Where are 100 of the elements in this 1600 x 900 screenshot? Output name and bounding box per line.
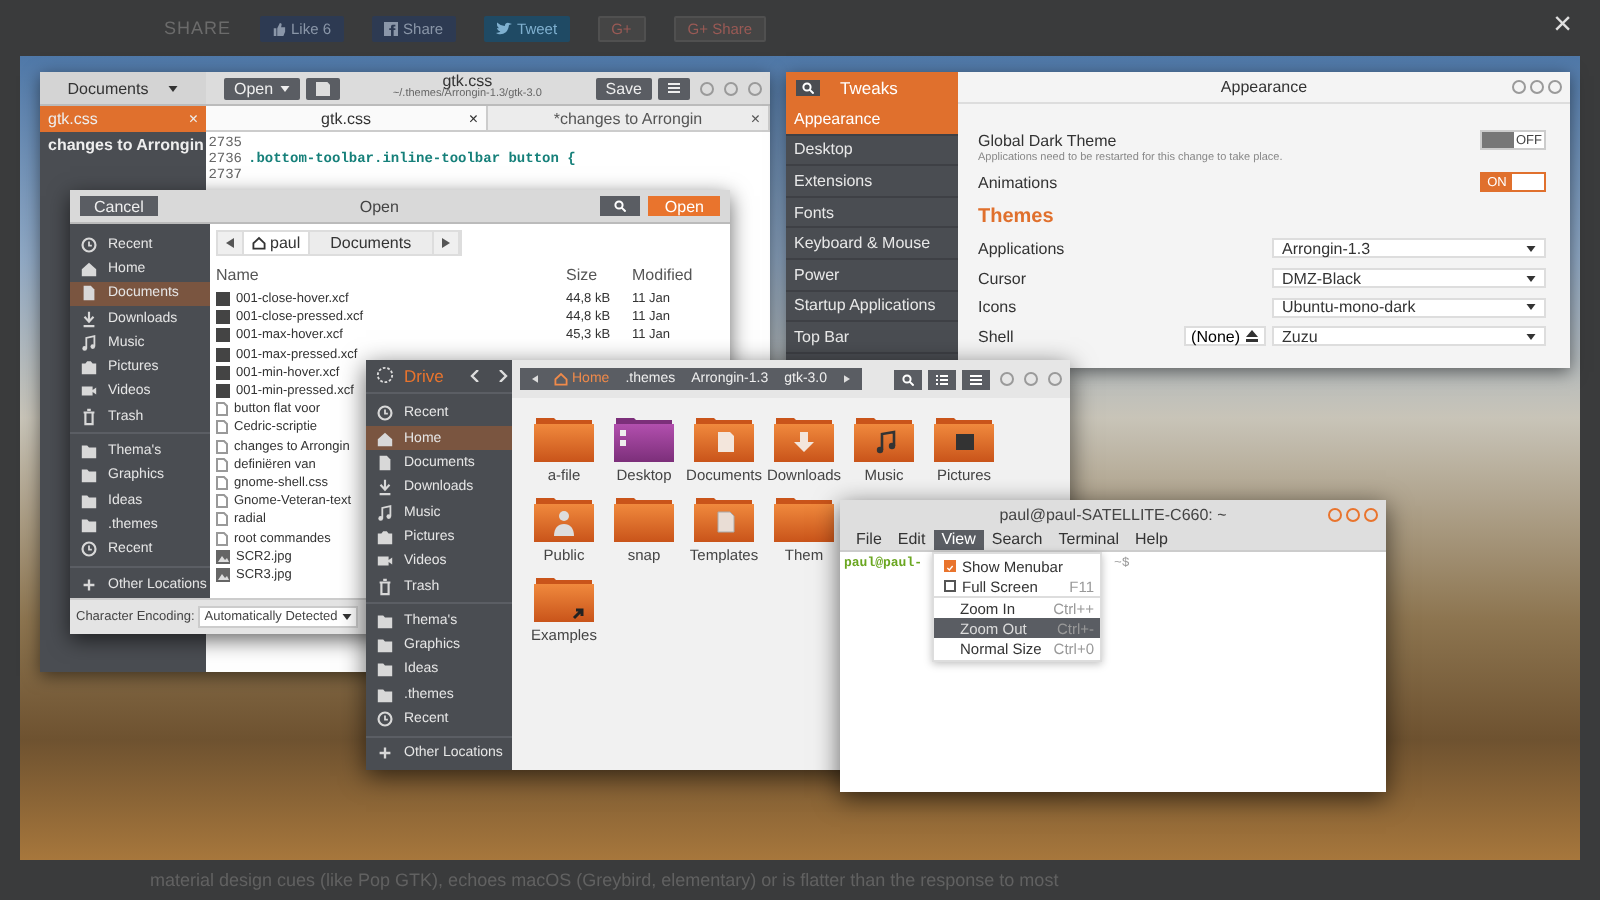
- dropdown[interactable]: Arrongin-1.3: [1272, 238, 1546, 259]
- video-camera-icon: [80, 382, 98, 401]
- setting-label: Shell: [978, 327, 1016, 346]
- right-chevron-icon: [498, 369, 508, 382]
- menu-title[interactable]: Edit: [889, 529, 934, 549]
- checkbox: [944, 580, 956, 592]
- caret-icon: [1526, 275, 1536, 282]
- menu-button[interactable]: [658, 77, 690, 99]
- search-icon: [902, 373, 914, 385]
- sidebar-item[interactable]: Desktop: [786, 135, 958, 167]
- clock-icon: [376, 404, 394, 423]
- search-button[interactable]: [600, 196, 641, 216]
- dropdown[interactable]: Ubuntu-mono-dark: [1272, 297, 1546, 318]
- image-file-icon: [216, 549, 230, 564]
- sidebar-item[interactable]: Extensions: [786, 166, 958, 198]
- folder-shortcut-icon: [534, 574, 594, 622]
- window-title: paul@paul-SATELLITE-C660: ~: [999, 505, 1227, 523]
- clock-icon: [80, 235, 98, 254]
- caret-icon: [168, 85, 179, 91]
- documents-folder-icon: [694, 414, 754, 462]
- editor-tab[interactable]: gtk.css ×: [206, 106, 488, 130]
- right-arrow-icon: [441, 238, 450, 248]
- home-icon: [554, 372, 568, 386]
- editor-tab[interactable]: *changes to Arrongin ×: [488, 106, 770, 130]
- music-note-icon: [376, 503, 394, 522]
- save-icon-button[interactable]: [305, 77, 340, 99]
- trash-icon: [376, 577, 394, 596]
- image-file-icon: [216, 567, 230, 582]
- save-button[interactable]: Save: [595, 77, 652, 99]
- video-camera-icon: [376, 552, 394, 571]
- plus-icon: [376, 744, 394, 763]
- menu-title[interactable]: Help: [1126, 529, 1176, 549]
- plus-icon: [80, 575, 98, 593]
- sidebar-item[interactable]: Keyboard & Mouse: [786, 228, 958, 260]
- reset-button[interactable]: (None): [1183, 326, 1266, 347]
- thumbs-up-icon: [271, 21, 286, 35]
- section-heading: Themes: [978, 206, 1056, 228]
- page-title: Appearance: [1220, 78, 1308, 96]
- sidebar-item[interactable]: Fonts: [786, 197, 958, 229]
- path-button[interactable]: Documents: [310, 232, 434, 254]
- trash-icon: [80, 407, 98, 426]
- forward-button[interactable]: [433, 232, 460, 254]
- folder-icon: [614, 494, 674, 542]
- location-label: Drive: [404, 365, 446, 386]
- pictures-folder-icon: [934, 414, 994, 462]
- home-icon: [376, 429, 394, 448]
- caret-icon: [1526, 333, 1536, 340]
- menu-icon: [970, 373, 982, 385]
- column-header[interactable]: Name: [216, 266, 566, 284]
- search-button[interactable]: [796, 80, 820, 96]
- templates-folder-icon: [694, 494, 754, 542]
- sidebar-item[interactable]: Power: [786, 259, 958, 292]
- back-button[interactable]: [218, 232, 244, 254]
- view-button[interactable]: [928, 369, 956, 389]
- cancel-button[interactable]: Cancel: [80, 196, 158, 216]
- search-button[interactable]: [894, 369, 922, 389]
- public-folder-icon: [534, 494, 594, 542]
- sidebar-item[interactable]: Startup Applications: [786, 291, 958, 323]
- dialog-title: Open: [357, 197, 401, 215]
- menu-button[interactable]: [962, 369, 990, 389]
- back-button[interactable]: [466, 365, 484, 386]
- caret-icon: [341, 614, 352, 620]
- caret-icon: [279, 85, 290, 91]
- dropdown[interactable]: Zuzu: [1272, 326, 1546, 347]
- menu-icon: [668, 82, 680, 94]
- folder-icon: [774, 494, 834, 542]
- music-note-icon: [80, 333, 98, 352]
- camera-icon: [376, 527, 394, 546]
- camera-icon: [80, 358, 98, 377]
- close-button[interactable]: ×: [1553, 8, 1572, 42]
- menu-title[interactable]: View: [933, 529, 984, 549]
- column-header[interactable]: Modified: [632, 266, 712, 284]
- setting-label: Animations: [978, 173, 1058, 191]
- caret-icon: [1526, 245, 1536, 252]
- desktop-folder-icon: [614, 414, 674, 462]
- left-chevron-icon: [470, 369, 480, 382]
- sidebar-item[interactable]: Top Bar: [786, 322, 958, 354]
- document-icon: [376, 454, 394, 473]
- bird-icon: [495, 21, 512, 35]
- setting-label: Applications: [978, 239, 1067, 258]
- left-arrow-icon: [226, 238, 234, 248]
- menu-title[interactable]: Search: [983, 529, 1051, 549]
- menu-title[interactable]: File: [848, 529, 890, 549]
- dropdown[interactable]: DMZ-Black: [1272, 268, 1546, 289]
- close-button[interactable]: ×: [468, 109, 478, 127]
- checkbox: [944, 560, 956, 572]
- left-arrow-icon: [532, 374, 538, 384]
- download-icon: [376, 478, 394, 497]
- column-header[interactable]: Size: [566, 266, 632, 284]
- close-button[interactable]: ×: [750, 109, 760, 127]
- document-item[interactable]: changes to Arrongin: [40, 132, 206, 158]
- downloads-folder-icon: [774, 414, 834, 462]
- app-title: Tweaks: [840, 78, 898, 98]
- open-button[interactable]: Open: [224, 77, 300, 99]
- document-icon: [80, 284, 98, 303]
- menu-title[interactable]: Terminal: [1050, 529, 1127, 549]
- disc-icon: [376, 366, 394, 385]
- setting-label: Icons: [978, 298, 1019, 317]
- download-icon: [80, 309, 98, 328]
- forward-button[interactable]: [494, 365, 512, 386]
